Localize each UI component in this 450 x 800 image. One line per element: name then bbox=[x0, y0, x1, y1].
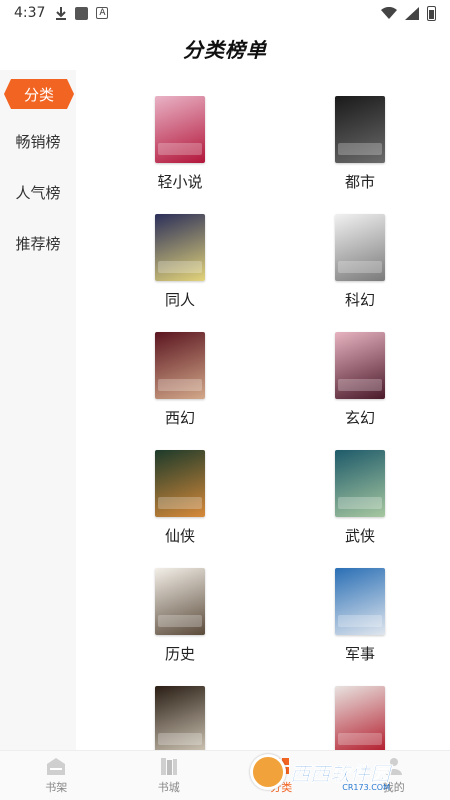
sidebar-item-label: 畅销榜 bbox=[15, 133, 61, 151]
download-icon bbox=[56, 7, 67, 20]
tab-label: 书城 bbox=[157, 781, 180, 794]
sidebar-item-label: 分类 bbox=[23, 85, 54, 104]
category-item[interactable]: 轻小说 bbox=[90, 96, 270, 214]
category-item[interactable]: 都市 bbox=[270, 96, 450, 214]
tab-bookshelf[interactable]: 书架 bbox=[0, 751, 113, 800]
text-notification-icon: A bbox=[96, 7, 109, 19]
category-item[interactable]: 仙侠 bbox=[90, 450, 270, 568]
book-cover-image bbox=[155, 568, 205, 635]
category-label: 同人 bbox=[164, 291, 195, 309]
category-item[interactable]: 科幻 bbox=[270, 214, 450, 332]
category-label: 都市 bbox=[344, 173, 375, 191]
category-sidebar: 分类 畅销榜 人气榜 推荐榜 bbox=[0, 70, 76, 750]
bookshelf-icon bbox=[47, 758, 66, 775]
sidebar-item-bestseller[interactable]: 畅销榜 bbox=[0, 116, 76, 167]
site-watermark: 西西软件园 CR173.COM bbox=[250, 750, 430, 794]
app-notification-icon bbox=[75, 6, 89, 20]
book-cover-image bbox=[155, 96, 205, 163]
category-item[interactable]: 西幻 bbox=[90, 332, 270, 450]
category-label: 玄幻 bbox=[344, 409, 375, 427]
category-item[interactable] bbox=[90, 686, 270, 750]
book-cover-image bbox=[335, 332, 385, 399]
watermark-logo-icon bbox=[250, 754, 286, 790]
category-item[interactable]: 同人 bbox=[90, 214, 270, 332]
book-cover-image bbox=[335, 450, 385, 517]
category-item[interactable]: 武侠 bbox=[270, 450, 450, 568]
page-title: 分类榜单 bbox=[183, 37, 267, 62]
category-item[interactable]: 军事 bbox=[270, 568, 450, 686]
sidebar-item-recommended[interactable]: 推荐榜 bbox=[0, 218, 76, 269]
category-label: 西幻 bbox=[164, 409, 195, 427]
header: 分类榜单 bbox=[0, 26, 450, 70]
category-label: 军事 bbox=[344, 645, 375, 663]
sidebar-item-popular[interactable]: 人气榜 bbox=[0, 167, 76, 218]
book-cover-image bbox=[335, 96, 385, 163]
tab-bookstore[interactable]: 书城 bbox=[113, 751, 226, 800]
bookstore-icon bbox=[160, 758, 177, 775]
status-bar: 4:37 A bbox=[0, 0, 450, 26]
book-cover-image bbox=[335, 686, 385, 750]
sidebar-item-label: 人气榜 bbox=[15, 184, 61, 202]
book-cover-image bbox=[335, 568, 385, 635]
book-cover-image bbox=[155, 450, 205, 517]
book-cover-image bbox=[155, 214, 205, 281]
category-item[interactable] bbox=[270, 686, 450, 750]
category-label: 科幻 bbox=[344, 291, 375, 309]
book-cover-image bbox=[155, 332, 205, 399]
wifi-icon bbox=[381, 6, 397, 19]
status-time: 4:37 bbox=[14, 5, 46, 21]
category-label: 仙侠 bbox=[164, 527, 195, 545]
category-item[interactable]: 玄幻 bbox=[270, 332, 450, 450]
cellular-icon bbox=[405, 6, 419, 20]
sidebar-item-label: 推荐榜 bbox=[15, 235, 61, 253]
battery-icon bbox=[427, 5, 436, 21]
category-grid: 轻小说 都市同人 科幻西幻 玄幻仙侠 武侠历史 军事 bbox=[90, 96, 450, 750]
category-item[interactable]: 历史 bbox=[90, 568, 270, 686]
category-label: 轻小说 bbox=[157, 173, 203, 191]
category-label: 武侠 bbox=[344, 527, 375, 545]
watermark-subtext: CR173.COM bbox=[342, 783, 390, 792]
sidebar-item-category[interactable]: 分类 bbox=[0, 70, 76, 116]
book-cover-image bbox=[335, 214, 385, 281]
category-label: 历史 bbox=[164, 645, 195, 663]
tab-label: 书架 bbox=[45, 781, 68, 794]
book-cover-image bbox=[155, 686, 205, 750]
active-pill: 分类 bbox=[4, 79, 74, 109]
